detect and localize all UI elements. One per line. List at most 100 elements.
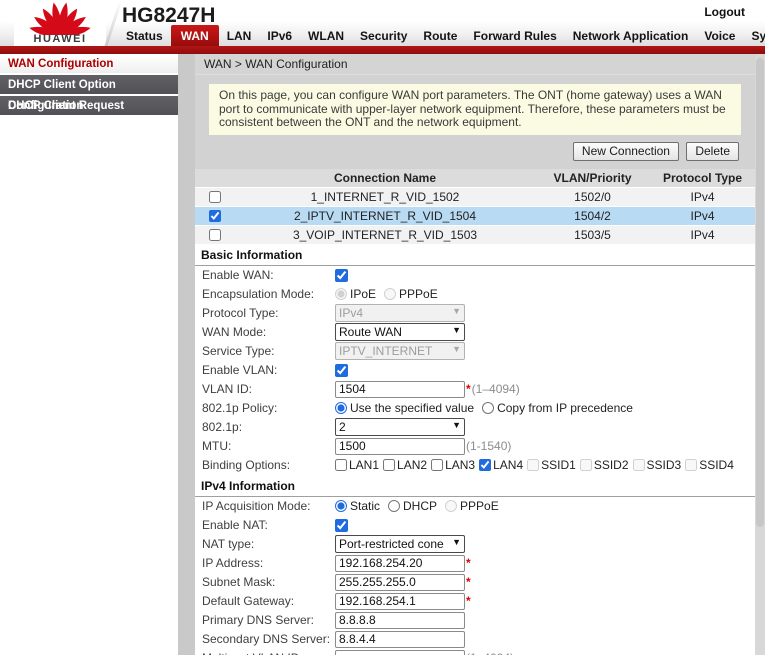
default-gateway-input[interactable] xyxy=(335,593,465,610)
checkbox-label: LAN1 xyxy=(349,458,379,472)
protocol-cell: IPv4 xyxy=(650,228,755,242)
form-row-binding-options: Binding Options: LAN1 LAN2 LAN3 LAN4 SSI… xyxy=(195,456,765,475)
form-row-multicast-vlan-id: Multicast VLAN ID: (1–4094) xyxy=(195,649,765,655)
sidebar: WAN Configuration DHCP Client Option Con… xyxy=(0,54,178,655)
static-radio[interactable] xyxy=(335,500,347,512)
checkbox-label: LAN4 xyxy=(493,458,523,472)
field-label: Protocol Type: xyxy=(195,306,335,320)
tab-route[interactable]: Route xyxy=(415,25,465,46)
row-checkbox[interactable] xyxy=(209,210,221,222)
tab-lan[interactable]: LAN xyxy=(219,25,260,46)
vlan-cell: 1503/5 xyxy=(535,228,650,242)
breadcrumb: WAN > WAN Configuration xyxy=(195,54,765,75)
table-row[interactable]: 3_VOIP_INTERNET_R_VID_1503 1503/5 IPv4 xyxy=(195,225,755,244)
ssid3-checkbox[interactable] xyxy=(633,459,645,471)
new-connection-button[interactable]: New Connection xyxy=(573,142,679,161)
form-row-enable-nat: Enable NAT: xyxy=(195,516,765,535)
pppoe-radio[interactable] xyxy=(384,288,396,300)
ssid4-checkbox[interactable] xyxy=(685,459,697,471)
field-label: Secondary DNS Server: xyxy=(195,632,335,646)
delete-button[interactable]: Delete xyxy=(686,142,739,161)
sidebar-item-dhcp-request[interactable]: DHCP Client Request Parameter xyxy=(0,96,178,117)
field-label: MTU: xyxy=(195,439,335,453)
service-type-select[interactable]: IPTV_INTERNET xyxy=(335,342,465,360)
table-row[interactable]: 2_IPTV_INTERNET_R_VID_1504 1504/2 IPv4 xyxy=(195,206,755,225)
sidebar-item-wan-configuration[interactable]: WAN Configuration xyxy=(0,54,178,75)
red-accent-bar xyxy=(0,46,765,54)
form-row-enable-wan: Enable WAN: xyxy=(195,266,765,285)
form-row-ip-address: IP Address: * xyxy=(195,554,765,573)
ip-address-input[interactable] xyxy=(335,555,465,572)
ssid1-checkbox[interactable] xyxy=(527,459,539,471)
lan3-checkbox[interactable] xyxy=(431,459,443,471)
checkbox-label: SSID3 xyxy=(647,458,682,472)
protocol-type-select[interactable]: IPv4 xyxy=(335,304,465,322)
info-text: On this page, you can configure WAN port… xyxy=(209,84,741,135)
tab-ipv6[interactable]: IPv6 xyxy=(259,25,300,46)
form-row-protocol-type: Protocol Type: IPv4▼ xyxy=(195,304,765,323)
lan1-checkbox[interactable] xyxy=(335,459,347,471)
form-row-primary-dns: Primary DNS Server: xyxy=(195,611,765,630)
specified-value-radio[interactable] xyxy=(335,402,347,414)
radio-label: DHCP xyxy=(403,499,437,513)
vlan-id-input[interactable] xyxy=(335,381,465,398)
lan2-checkbox[interactable] xyxy=(383,459,395,471)
protocol-cell: IPv4 xyxy=(650,209,755,223)
section-ipv4-information: IPv4 Information xyxy=(195,475,765,497)
scrollbar-thumb[interactable] xyxy=(756,58,764,527)
enable-nat-checkbox[interactable] xyxy=(335,519,348,532)
mtu-input[interactable] xyxy=(335,438,465,455)
primary-dns-input[interactable] xyxy=(335,612,465,629)
tab-security[interactable]: Security xyxy=(352,25,415,46)
row-checkbox[interactable] xyxy=(209,191,221,203)
page-intro-block: On this page, you can configure WAN port… xyxy=(195,75,765,169)
radio-label: PPPoE xyxy=(460,499,499,513)
pppoe-mode-radio[interactable] xyxy=(445,500,457,512)
logout-link[interactable]: Logout xyxy=(704,5,745,19)
connection-name-cell: 1_INTERNET_R_VID_1502 xyxy=(235,190,535,204)
radio-label: IPoE xyxy=(350,287,376,301)
tab-wan[interactable]: WAN xyxy=(171,25,219,46)
enable-vlan-checkbox[interactable] xyxy=(335,364,348,377)
tab-voice[interactable]: Voice xyxy=(696,25,743,46)
field-label: Subnet Mask: xyxy=(195,575,335,589)
multicast-vlan-input[interactable] xyxy=(335,650,465,655)
form-row-nat-type: NAT type: Port-restricted cone NAT▼ xyxy=(195,535,765,554)
nat-type-select[interactable]: Port-restricted cone NAT xyxy=(335,535,465,553)
field-label: Enable WAN: xyxy=(195,268,335,282)
secondary-dns-input[interactable] xyxy=(335,631,465,648)
content-pane: WAN > WAN Configuration On this page, yo… xyxy=(195,54,765,655)
vertical-scrollbar[interactable] xyxy=(755,54,765,655)
range-hint: (1–4094) xyxy=(472,382,520,396)
ipoe-radio[interactable] xyxy=(335,288,347,300)
form-row-mtu: MTU: (1-1540) xyxy=(195,437,765,456)
header-vlan-priority: VLAN/Priority xyxy=(535,171,650,185)
checkbox-label: SSID2 xyxy=(594,458,629,472)
8021p-select[interactable]: 2 xyxy=(335,418,465,436)
ssid2-checkbox[interactable] xyxy=(580,459,592,471)
tab-forward-rules[interactable]: Forward Rules xyxy=(465,25,564,46)
required-asterisk: * xyxy=(466,575,471,589)
tab-network-application[interactable]: Network Application xyxy=(565,25,697,46)
dhcp-radio[interactable] xyxy=(388,500,400,512)
tab-system-tools[interactable]: System Tools xyxy=(743,25,765,46)
tab-status[interactable]: Status xyxy=(118,25,171,46)
field-label: Enable VLAN: xyxy=(195,363,335,377)
table-header-row: Connection Name VLAN/Priority Protocol T… xyxy=(195,169,755,187)
subnet-mask-input[interactable] xyxy=(335,574,465,591)
field-label: VLAN ID: xyxy=(195,382,335,396)
lan4-checkbox[interactable] xyxy=(479,459,491,471)
form-row-ip-acquisition-mode: IP Acquisition Mode: Static DHCP PPPoE xyxy=(195,497,765,516)
tab-wlan[interactable]: WLAN xyxy=(300,25,352,46)
header-protocol-type: Protocol Type xyxy=(650,171,755,185)
checkbox-label: LAN2 xyxy=(397,458,427,472)
field-label: Service Type: xyxy=(195,344,335,358)
connection-name-cell: 3_VOIP_INTERNET_R_VID_1503 xyxy=(235,228,535,242)
enable-wan-checkbox[interactable] xyxy=(335,269,348,282)
field-label: 802.1p Policy: xyxy=(195,401,335,415)
table-row[interactable]: 1_INTERNET_R_VID_1502 1502/0 IPv4 xyxy=(195,187,755,206)
wan-mode-select[interactable]: Route WAN xyxy=(335,323,465,341)
sidebar-item-dhcp-option[interactable]: DHCP Client Option Configuration xyxy=(0,75,178,96)
ip-precedence-radio[interactable] xyxy=(482,402,494,414)
row-checkbox[interactable] xyxy=(209,229,221,241)
